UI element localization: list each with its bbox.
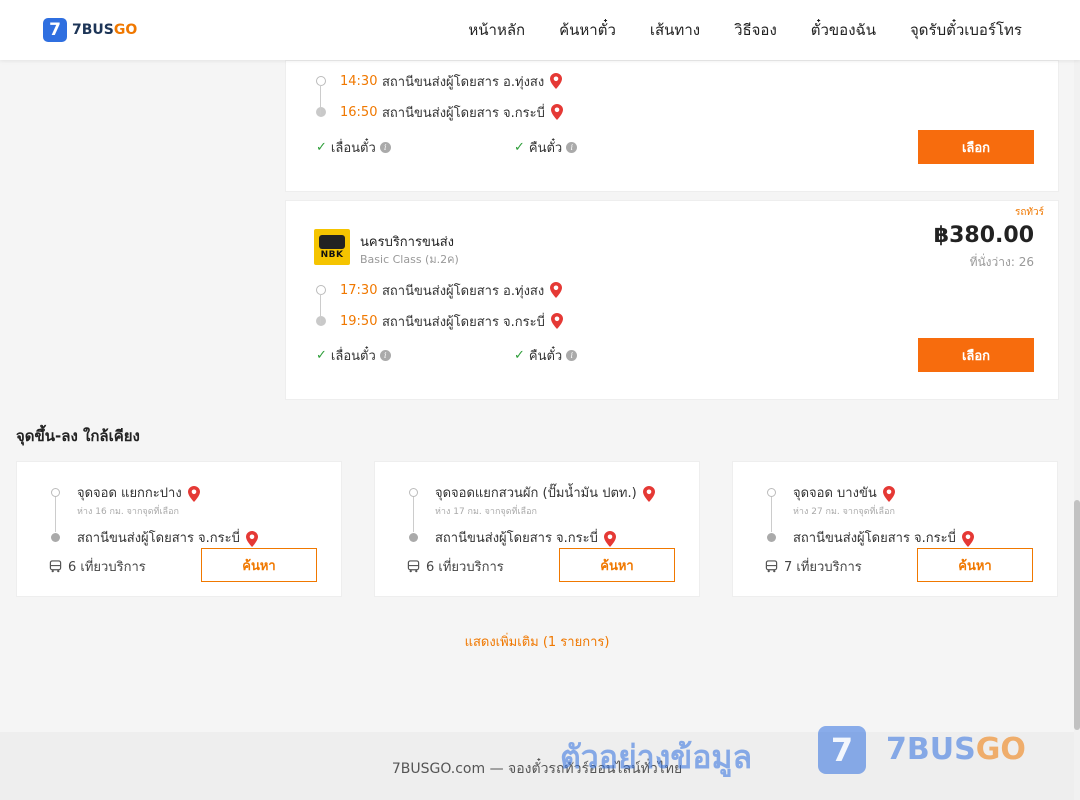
departure-station: สถานีขนส่งผู้โดยสาร อ.ทุ่งสง: [382, 283, 545, 299]
nearby-from-stop: จุดจอด แยกกะปาง ห่าง 16 กม. จากจุดที่เลื…: [51, 482, 258, 518]
feature-refund: ✓ คืนตั๋ว i: [514, 137, 578, 158]
nav-ticket-pickup[interactable]: จุดรับตั๋วเบอร์โทร: [910, 18, 1022, 42]
operator-logo: NBK: [314, 229, 350, 265]
check-icon: ✓: [514, 140, 525, 155]
map-pin-icon[interactable]: [961, 530, 974, 547]
trip-price: ฿380.00: [933, 223, 1034, 248]
operator-name: นครบริการขนส่ง: [360, 235, 455, 250]
nearby-card: จุดจอด บางขัน ห่าง 27 กม. จากจุดที่เลือก…: [732, 461, 1058, 597]
arrival-time: 16:50: [340, 104, 378, 120]
scrollbar-thumb[interactable]: [1074, 500, 1080, 730]
info-icon[interactable]: i: [566, 350, 578, 361]
info-icon[interactable]: i: [566, 142, 578, 153]
arrival-stop: 19:50 สถานีขนส่งผู้โดยสาร จ.กระบี่: [316, 311, 563, 331]
main-nav: หน้าหลัก ค้นหาตั๋ว เส้นทาง วิธีจอง ตั๋วข…: [468, 0, 1022, 60]
trip-card: 14:30 สถานีขนส่งผู้โดยสาร อ.ทุ่งสง 16:50…: [285, 60, 1059, 192]
map-pin-icon[interactable]: [882, 485, 895, 502]
arrival-time: 19:50: [340, 313, 378, 329]
trip-card: รถทัวร์ NBK นครบริการขนส่ง Basic Class (…: [285, 200, 1059, 400]
map-pin-icon[interactable]: [642, 485, 655, 502]
watermark-text: ตัวอย่างข้อมูล: [560, 738, 753, 776]
nearby-card: จุดจอด แยกกะปาง ห่าง 16 กม. จากจุดที่เลื…: [16, 461, 342, 597]
distance-text: ห่าง 17 กม. จากจุดที่เลือก: [435, 507, 537, 517]
departure-stop: 17:30 สถานีขนส่งผู้โดยสาร อ.ทุ่งสง: [316, 280, 563, 300]
nav-search-tickets[interactable]: ค้นหาตั๋ว: [559, 18, 616, 42]
departure-time: 14:30: [340, 73, 378, 89]
search-button[interactable]: ค้นหา: [917, 548, 1033, 582]
map-pin-icon[interactable]: [550, 282, 563, 298]
search-button[interactable]: ค้นหา: [201, 548, 317, 582]
map-pin-icon[interactable]: [550, 313, 563, 329]
vehicle-tag: รถทัวร์: [1014, 207, 1044, 218]
nav-routes[interactable]: เส้นทาง: [650, 18, 700, 42]
bus-icon: [407, 560, 420, 573]
distance-text: ห่าง 16 กม. จากจุดที่เลือก: [77, 507, 179, 517]
bus-icon: [319, 234, 345, 249]
trip-count: 6 เที่ยวบริการ: [407, 556, 504, 577]
nav-my-tickets[interactable]: ตั๋วของฉัน: [811, 18, 876, 42]
departure-station: สถานีขนส่งผู้โดยสาร อ.ทุ่งสง: [382, 74, 545, 90]
logo-text: 7BUSGO: [72, 22, 138, 38]
bus-icon: [49, 560, 62, 573]
info-icon[interactable]: i: [379, 142, 391, 153]
top-header: 7 7BUSGO หน้าหลัก ค้นหาตั๋ว เส้นทาง วิธี…: [0, 0, 1080, 60]
departure-time: 17:30: [340, 282, 378, 298]
watermark-brand: 7BUSGO: [886, 732, 1026, 767]
page-scrollbar[interactable]: [1074, 0, 1080, 800]
nav-home[interactable]: หน้าหลัก: [468, 18, 525, 42]
logo-mark-icon: 7: [43, 18, 67, 42]
nearby-from-stop: จุดจอดแยกสวนผัก (ปั๊มน้ำมัน ปตท.) ห่าง 1…: [409, 482, 655, 518]
arrival-station: สถานีขนส่งผู้โดยสาร จ.กระบี่: [382, 314, 545, 330]
brand-logo[interactable]: 7 7BUSGO: [43, 18, 137, 42]
show-more-link[interactable]: แสดงเพิ่มเติม (1 รายการ): [0, 631, 1074, 652]
distance-text: ห่าง 27 กม. จากจุดที่เลือก: [793, 507, 895, 517]
trip-count: 7 เที่ยวบริการ: [765, 556, 862, 577]
map-pin-icon[interactable]: [245, 530, 258, 547]
departure-stop: 14:30 สถานีขนส่งผู้โดยสาร อ.ทุ่งสง: [316, 71, 563, 91]
arrival-station: สถานีขนส่งผู้โดยสาร จ.กระบี่: [382, 105, 545, 121]
map-pin-icon[interactable]: [603, 530, 616, 547]
nearby-to-stop: สถานีขนส่งผู้โดยสาร จ.กระบี่: [409, 527, 655, 548]
check-icon: ✓: [316, 348, 327, 363]
map-pin-icon[interactable]: [550, 104, 563, 120]
trip-count: 6 เที่ยวบริการ: [49, 556, 146, 577]
feature-refund: ✓ คืนตั๋ว i: [514, 345, 578, 366]
map-pin-icon[interactable]: [550, 73, 563, 89]
nearby-card: จุดจอดแยกสวนผัก (ปั๊มน้ำมัน ปตท.) ห่าง 1…: [374, 461, 700, 597]
bus-icon: [765, 560, 778, 573]
seats-available: ที่นั่งว่าง: 26: [969, 255, 1034, 269]
search-button[interactable]: ค้นหา: [559, 548, 675, 582]
trip-stops: 17:30 สถานีขนส่งผู้โดยสาร อ.ทุ่งสง 19:50…: [316, 280, 563, 331]
nearby-to-stop: สถานีขนส่งผู้โดยสาร จ.กระบี่: [51, 527, 258, 548]
select-trip-button[interactable]: เลือก: [918, 338, 1034, 372]
nav-how-to-book[interactable]: วิธีจอง: [734, 18, 777, 42]
nearby-from-stop: จุดจอด บางขัน ห่าง 27 กม. จากจุดที่เลือก: [767, 482, 974, 518]
select-trip-button[interactable]: เลือก: [918, 130, 1034, 164]
info-icon[interactable]: i: [379, 350, 391, 361]
check-icon: ✓: [514, 348, 525, 363]
nearby-to-stop: สถานีขนส่งผู้โดยสาร จ.กระบี่: [767, 527, 974, 548]
trip-stops: 14:30 สถานีขนส่งผู้โดยสาร อ.ทุ่งสง 16:50…: [316, 71, 563, 122]
feature-reschedule: ✓ เลื่อนตั๋ว i: [316, 137, 391, 158]
map-pin-icon[interactable]: [187, 485, 200, 502]
watermark-logo-icon: 7: [818, 726, 866, 774]
bus-class: Basic Class (ม.2ค): [360, 253, 459, 266]
nearby-section-title: จุดขึ้น-ลง ใกล้เคียง: [16, 427, 140, 445]
check-icon: ✓: [316, 140, 327, 155]
feature-reschedule: ✓ เลื่อนตั๋ว i: [316, 345, 391, 366]
arrival-stop: 16:50 สถานีขนส่งผู้โดยสาร จ.กระบี่: [316, 102, 563, 122]
